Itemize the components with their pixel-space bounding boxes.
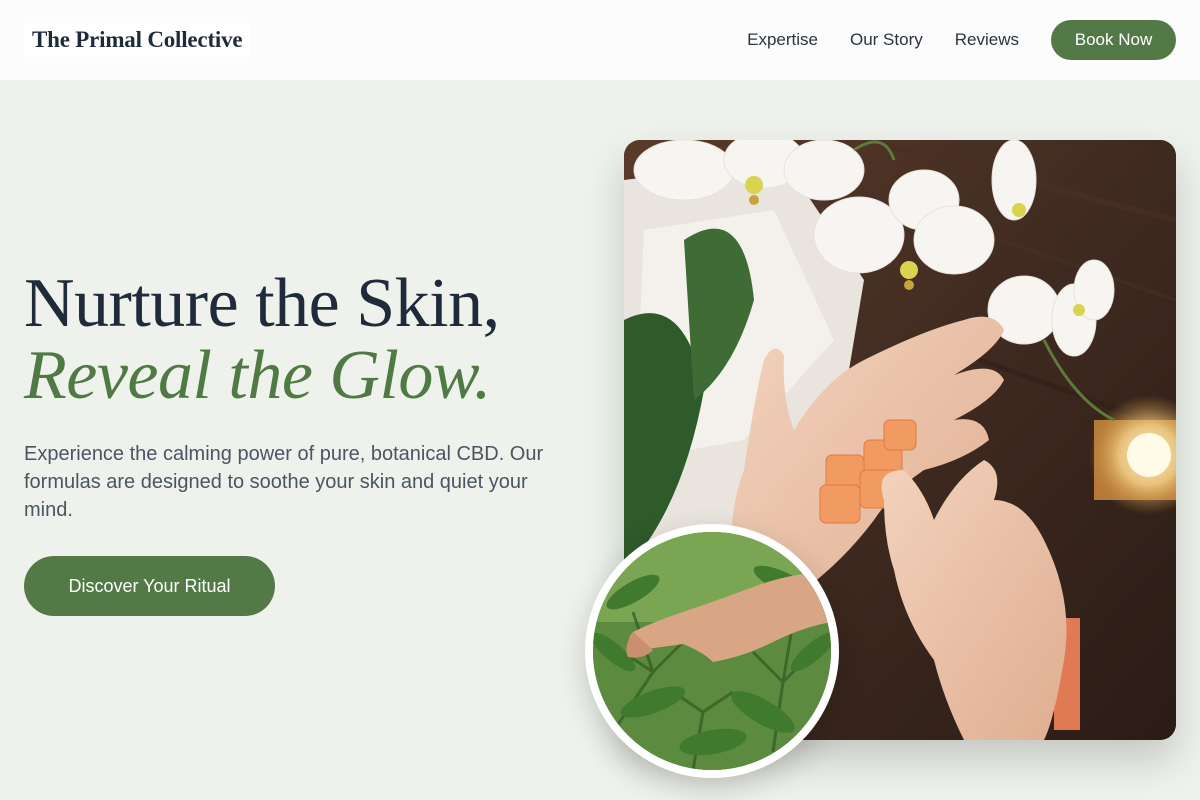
logo-container[interactable]: The Primal Collective bbox=[24, 23, 251, 57]
hero-subtext: Experience the calming power of pure, bo… bbox=[24, 443, 544, 521]
nav-link-reviews[interactable]: Reviews bbox=[955, 30, 1019, 50]
inset-photo-cannabis-plant bbox=[585, 524, 839, 778]
inset-photo-illustration bbox=[593, 532, 831, 770]
site-header: The Primal Collective Expertise Our Stor… bbox=[0, 0, 1200, 80]
main-nav: Expertise Our Story Reviews Book Now bbox=[747, 20, 1176, 60]
hero-section: Nurture the Skin, Reveal the Glow. Exper… bbox=[24, 268, 584, 616]
site-logo[interactable]: The Primal Collective bbox=[32, 27, 243, 52]
nav-link-our-story[interactable]: Our Story bbox=[850, 30, 923, 50]
book-now-button[interactable]: Book Now bbox=[1051, 20, 1176, 60]
nav-link-expertise[interactable]: Expertise bbox=[747, 30, 818, 50]
discover-ritual-button[interactable]: Discover Your Ritual bbox=[24, 556, 275, 616]
headline-line-1: Nurture the Skin, bbox=[24, 265, 500, 342]
hero-headline: Nurture the Skin, Reveal the Glow. bbox=[24, 268, 584, 412]
headline-line-2: Reveal the Glow. bbox=[24, 337, 491, 414]
